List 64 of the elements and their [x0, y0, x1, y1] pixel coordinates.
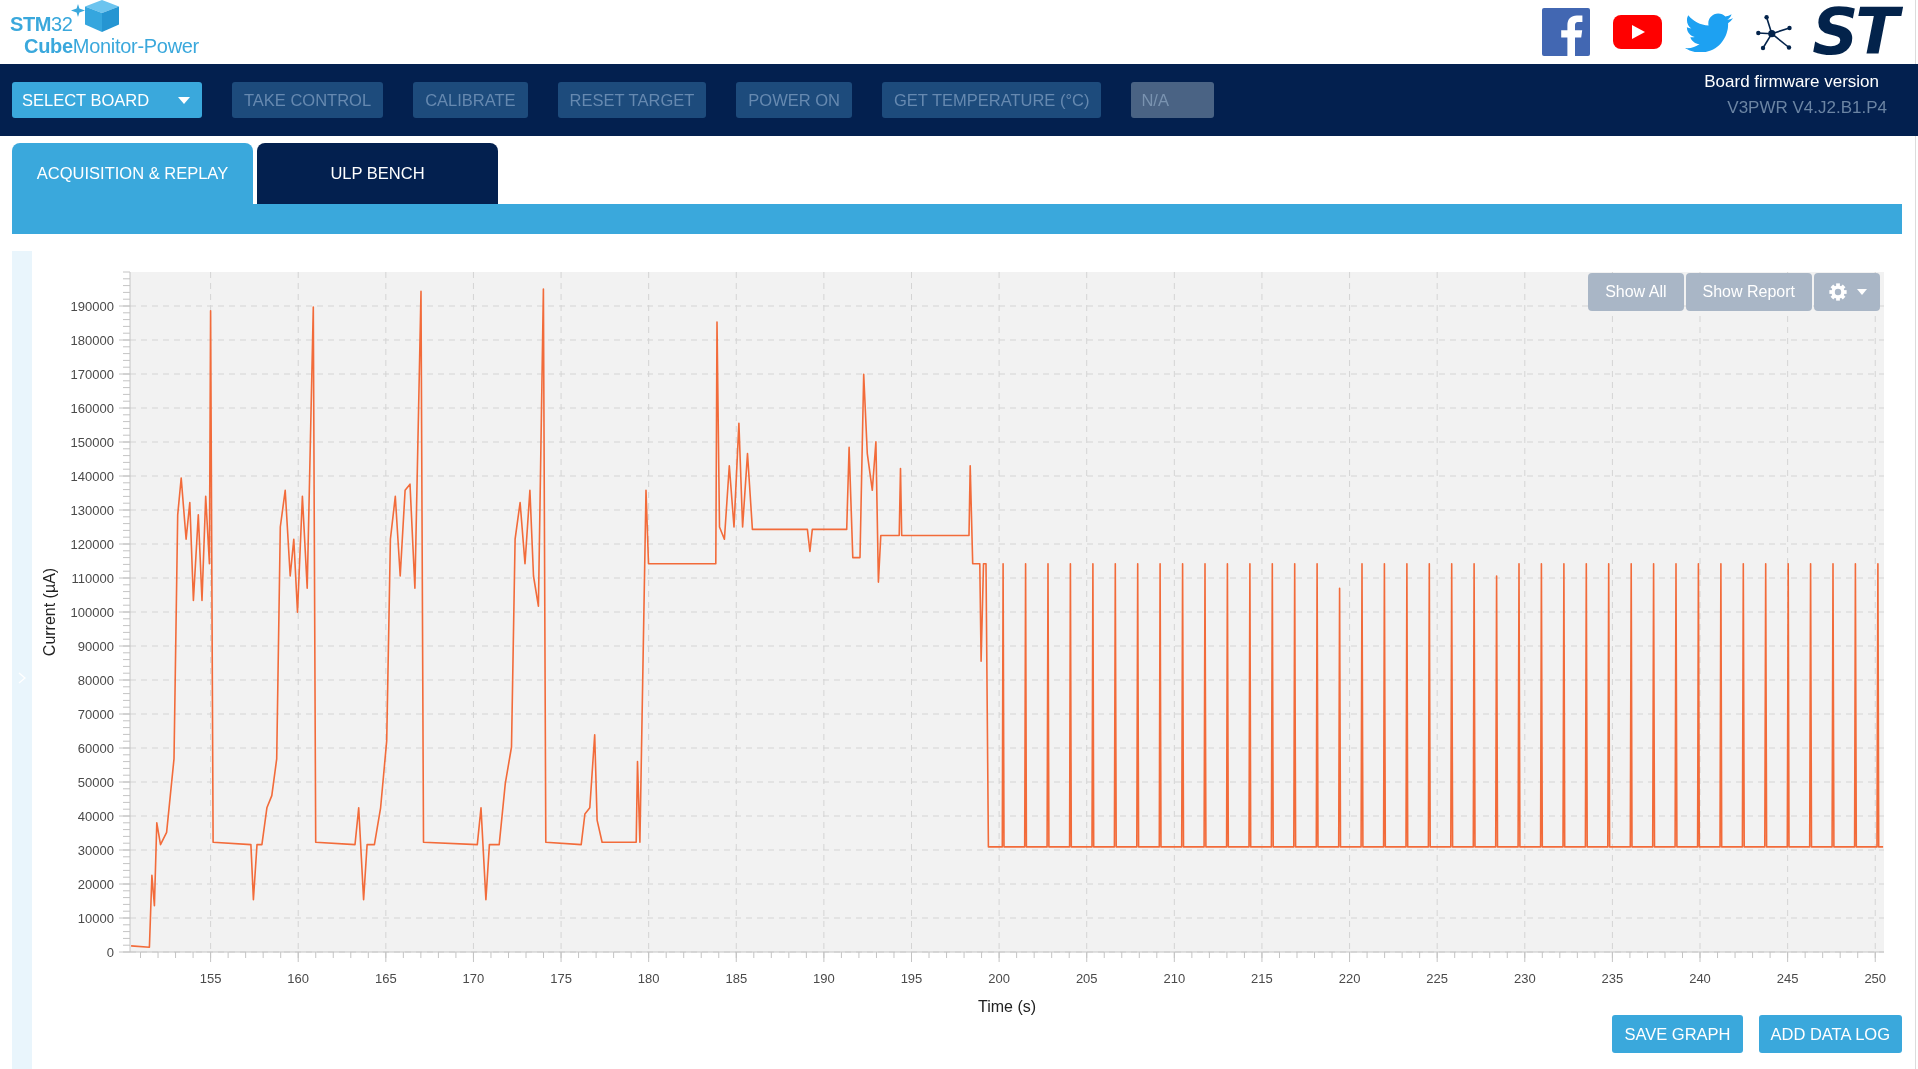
x-tick-label: 230 [1513, 971, 1536, 986]
y-tick-label: 80000 [77, 672, 114, 688]
x-tick-label: 220 [1338, 971, 1361, 986]
logo-title: STM32 [10, 13, 73, 35]
firmware-label: Board firmware version [1704, 71, 1879, 93]
firmware-version: V3PWR V4.J2.B1.P4 [1727, 97, 1887, 119]
cube-icon [85, 0, 120, 32]
y-tick-label: 100000 [70, 604, 114, 620]
x-tick-label: 210 [1163, 971, 1186, 986]
x-tick-label: 250 [1864, 971, 1887, 986]
tab[interactable]: ACQUISITION & REPLAY [12, 143, 253, 204]
x-tick-label: 190 [813, 971, 835, 986]
y-tick-label: 40000 [77, 808, 114, 824]
y-tick-label: 110000 [71, 570, 114, 586]
x-tick-label: 180 [637, 971, 660, 986]
x-tick-label: 235 [1601, 971, 1624, 986]
twitter-icon[interactable] [1685, 12, 1734, 52]
x-tick-label: 200 [988, 971, 1010, 986]
caret-icon [178, 96, 190, 104]
dropdown-button[interactable]: SELECT BOARD [12, 82, 202, 118]
settings-icon [1829, 283, 1847, 301]
y-tick-label: 150000 [70, 434, 114, 450]
y-tick-label: 70000 [77, 706, 114, 722]
x-tick-label: 215 [1251, 971, 1273, 986]
y-tick-label: 120000 [70, 536, 114, 552]
youtube-icon[interactable] [1613, 15, 1663, 49]
y-tick-label: 90000 [77, 638, 114, 654]
x-tick-label: 245 [1776, 971, 1799, 986]
y-tick-label: 50000 [77, 774, 114, 790]
y-tick-label: 160000 [70, 400, 114, 416]
x-tick-label: 195 [900, 971, 923, 986]
network-icon[interactable] [1756, 13, 1794, 51]
x-tick-label: 170 [462, 971, 485, 986]
settings-dropdown-button[interactable] [1814, 273, 1880, 311]
action-button[interactable]: SAVE GRAPH [1612, 1015, 1743, 1053]
y-tick-label: 140000 [70, 468, 114, 484]
chart-button[interactable]: Show Report [1685, 273, 1812, 311]
y-tick-label: 10000 [77, 910, 114, 926]
y-tick-label: 170000 [70, 366, 114, 382]
x-tick-label: 240 [1689, 971, 1711, 986]
y-tick-label: 60000 [77, 740, 114, 756]
x-tick-label: 175 [550, 971, 572, 986]
x-tick-label: 185 [725, 971, 748, 986]
x-tick-label: 165 [375, 971, 397, 986]
y-tick-label: 30000 [77, 842, 114, 858]
x-tick-label: 225 [1426, 971, 1449, 986]
y-tick-label: 20000 [77, 876, 114, 892]
y-tick-label: 130000 [70, 502, 114, 518]
logo-subtitle: CubeMonitor-Power [24, 35, 199, 57]
sparkle-icon [71, 4, 86, 17]
brand-logo[interactable]: ST [1808, 0, 1906, 64]
facebook-icon[interactable] [1542, 8, 1591, 56]
action-button[interactable]: ADD DATA LOG [1758, 1015, 1902, 1053]
y-axis-title: Current (µA) [40, 567, 58, 657]
y-tick-label: 180000 [70, 332, 114, 348]
x-tick-label: 205 [1075, 971, 1098, 986]
caret-icon [1857, 289, 1867, 295]
x-tick-label: 160 [287, 971, 310, 986]
x-tick-label: 155 [199, 971, 222, 986]
chart-button[interactable]: Show All [1588, 273, 1684, 311]
y-tick-label: 0 [106, 944, 114, 960]
y-tick-label: 190000 [70, 298, 114, 314]
tab[interactable]: ULP BENCH [257, 143, 498, 204]
x-axis-title: Time (s) [977, 998, 1037, 1015]
